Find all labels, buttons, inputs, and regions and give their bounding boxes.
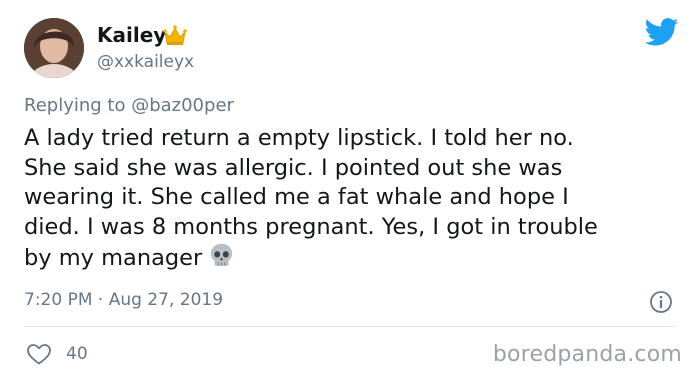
crown-icon: [163, 25, 187, 45]
watermark: boredpanda.com: [492, 342, 682, 367]
replying-to-prefix: Replying to: [24, 95, 132, 116]
info-icon[interactable]: [649, 290, 673, 314]
heart-icon[interactable]: [26, 342, 52, 366]
avatar-image: [24, 18, 84, 78]
divider: [24, 326, 676, 327]
like-count: 40: [66, 344, 88, 364]
reply-mention-link[interactable]: @baz00per: [131, 95, 234, 116]
tweet-body: A lady tried return a empty lipstick. I …: [24, 125, 598, 271]
replying-to: Replying to @baz00per: [24, 95, 234, 116]
tweet-timestamp[interactable]: 7:20 PM · Aug 27, 2019: [24, 290, 223, 310]
display-name[interactable]: Kailey: [97, 23, 166, 47]
avatar[interactable]: [24, 18, 84, 78]
tweet-text: A lady tried return a empty lipstick. I …: [24, 124, 684, 274]
user-handle[interactable]: @xxkaileyx: [97, 52, 194, 72]
twitter-bird-icon[interactable]: [645, 18, 679, 46]
skull-icon: [211, 243, 233, 266]
